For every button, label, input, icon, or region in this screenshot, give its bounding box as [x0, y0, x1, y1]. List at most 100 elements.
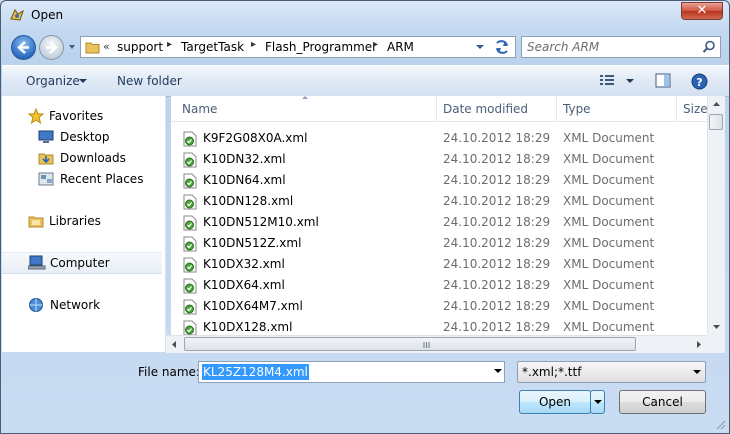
- vertical-scroll-thumb[interactable]: [709, 114, 723, 130]
- table-row[interactable]: K10DN512M10.xml 24.10.2012 18:29 XML Docum…: [171, 212, 710, 233]
- app-icon: [10, 9, 24, 21]
- breadcrumb-overflow[interactable]: «: [103, 40, 110, 53]
- file-name-cell: K10DN512M10.xml: [203, 215, 319, 229]
- file-type-value: *.xml;*.ttf: [522, 365, 582, 379]
- view-options-icon[interactable]: [599, 73, 617, 87]
- sidebar-item-network[interactable]: Network: [2, 295, 162, 315]
- horizontal-scrollbar[interactable]: [166, 335, 707, 353]
- sidebar-item-recent-places[interactable]: Recent Places: [2, 169, 162, 189]
- table-row[interactable]: K10DX64.xml 24.10.2012 18:29 XML Document: [171, 275, 710, 296]
- preview-pane-icon[interactable]: [655, 73, 671, 88]
- breadcrumb-item[interactable]: TargetTask: [181, 40, 244, 54]
- title-bar[interactable]: Open ✕: [1, 1, 729, 31]
- cancel-button[interactable]: Cancel: [619, 390, 706, 414]
- folder-icon: [85, 42, 100, 54]
- column-header-name[interactable]: Name: [182, 102, 217, 116]
- open-button[interactable]: Open: [519, 390, 591, 414]
- sidebar-item-downloads[interactable]: Downloads: [2, 148, 162, 168]
- horizontal-scroll-thumb[interactable]: [184, 337, 636, 351]
- date-modified-cell: 24.10.2012 18:29: [443, 299, 551, 313]
- table-row[interactable]: K10DX64M7.xml 24.10.2012 18:29 XML Documen…: [171, 296, 710, 317]
- breadcrumb-item[interactable]: ARM: [387, 40, 414, 54]
- xml-file-icon: [183, 131, 197, 147]
- forward-button[interactable]: [39, 35, 64, 60]
- organize-button[interactable]: Organize: [26, 74, 80, 88]
- organize-dropdown-icon[interactable]: [79, 79, 87, 83]
- table-row[interactable]: K10DX128.xml 24.10.2012 18:29 XML Document: [171, 317, 710, 335]
- address-dropdown-icon[interactable]: [472, 35, 488, 59]
- file-type-cell: XML Document: [563, 152, 655, 166]
- file-type-select[interactable]: *.xml;*.ttf: [517, 361, 706, 383]
- date-modified-cell: 24.10.2012 18:29: [443, 173, 551, 187]
- command-bar: Organize New folder ?: [2, 65, 729, 97]
- file-type-dropdown-icon[interactable]: [693, 370, 701, 374]
- back-button[interactable]: [11, 35, 36, 60]
- recent-pages-dropdown-icon[interactable]: [67, 42, 77, 52]
- breadcrumb-separator-icon[interactable]: ▸: [167, 39, 172, 50]
- recent-places-icon: [38, 171, 54, 190]
- sidebar-item-favorites[interactable]: Favorites: [2, 106, 162, 126]
- sidebar-item-libraries[interactable]: Libraries: [2, 211, 162, 231]
- sidebar-item-label: Network: [50, 298, 101, 312]
- breadcrumb-item[interactable]: Flash_Programmer: [265, 40, 377, 54]
- sidebar-item-label: Computer: [50, 256, 110, 270]
- window-title: Open: [31, 8, 64, 22]
- column-header-date-modified[interactable]: Date modified: [443, 102, 528, 116]
- table-row[interactable]: K10DN64.xml 24.10.2012 18:29 XML Document: [171, 170, 710, 191]
- date-modified-cell: 24.10.2012 18:29: [443, 215, 551, 229]
- vertical-scrollbar[interactable]: [707, 96, 725, 335]
- sidebar-item-label: Libraries: [49, 214, 101, 228]
- scroll-down-icon[interactable]: [708, 318, 725, 335]
- new-folder-button[interactable]: New folder: [117, 74, 182, 88]
- file-type-cell: XML Document: [563, 299, 655, 313]
- file-name-cell: K10DX64M7.xml: [203, 299, 303, 313]
- scroll-right-icon[interactable]: [690, 336, 707, 353]
- breadcrumb-separator-icon[interactable]: ▸: [373, 39, 378, 50]
- breadcrumb-separator-icon[interactable]: ▸: [251, 39, 256, 50]
- table-row[interactable]: K9F2G08X0A.xml 24.10.2012 18:29 XML Docume…: [171, 128, 710, 149]
- sidebar-item-label: Desktop: [60, 130, 110, 144]
- table-row[interactable]: K10DX32.xml 24.10.2012 18:29 XML Document: [171, 254, 710, 275]
- search-box[interactable]: [521, 36, 721, 58]
- search-icon[interactable]: [702, 40, 716, 54]
- column-header-type[interactable]: Type: [563, 102, 591, 116]
- xml-file-icon: [183, 299, 197, 315]
- file-type-cell: XML Document: [563, 215, 655, 229]
- breadcrumb-item[interactable]: support: [117, 40, 163, 54]
- date-modified-cell: 24.10.2012 18:29: [443, 236, 551, 250]
- file-type-cell: XML Document: [563, 257, 655, 271]
- resize-grip-icon[interactable]: [714, 418, 726, 430]
- help-icon[interactable]: ?: [691, 73, 708, 90]
- file-name-dropdown-icon[interactable]: [494, 369, 502, 373]
- table-row[interactable]: K10DN128.xml 24.10.2012 18:29 XML Document: [171, 191, 710, 212]
- file-name-cell: K10DN512Z.xml: [203, 236, 302, 250]
- file-list: Name Date modified Type Size K9F2G08X0A.…: [171, 96, 710, 335]
- network-icon: [28, 297, 44, 316]
- scroll-left-icon[interactable]: [166, 336, 183, 353]
- sidebar-item-desktop[interactable]: Desktop: [2, 127, 162, 147]
- file-name-cell: K10DX128.xml: [203, 320, 293, 334]
- scroll-grip-icon: [423, 342, 430, 348]
- search-input[interactable]: [527, 39, 697, 55]
- file-name-cell: K10DN64.xml: [203, 173, 286, 187]
- scroll-up-icon[interactable]: [708, 96, 725, 113]
- file-type-cell: XML Document: [563, 278, 655, 292]
- table-row[interactable]: K10DN32.xml 24.10.2012 18:29 XML Document: [171, 149, 710, 170]
- downloads-icon: [38, 150, 54, 169]
- sidebar-item-computer[interactable]: Computer: [2, 252, 162, 274]
- table-row[interactable]: K10DN512Z.xml 24.10.2012 18:29 XML Documen…: [171, 233, 710, 254]
- open-options-button[interactable]: [590, 390, 605, 414]
- view-dropdown-icon[interactable]: [626, 79, 634, 83]
- file-name-combobox[interactable]: KL25Z128M4.xml: [198, 361, 505, 383]
- xml-file-icon: [183, 152, 197, 168]
- file-name-cell: K10DX32.xml: [203, 257, 285, 271]
- file-type-cell: XML Document: [563, 320, 655, 334]
- xml-file-icon: [183, 173, 197, 189]
- svg-text:?: ?: [696, 76, 702, 89]
- file-name-input[interactable]: KL25Z128M4.xml: [202, 364, 309, 380]
- column-header-size[interactable]: Size: [683, 102, 708, 116]
- address-bar[interactable]: « support ▸ TargetTask ▸ Flash_Programme…: [80, 36, 516, 58]
- close-button[interactable]: ✕: [681, 2, 723, 20]
- xml-file-icon: [183, 215, 197, 231]
- refresh-icon[interactable]: [491, 37, 513, 57]
